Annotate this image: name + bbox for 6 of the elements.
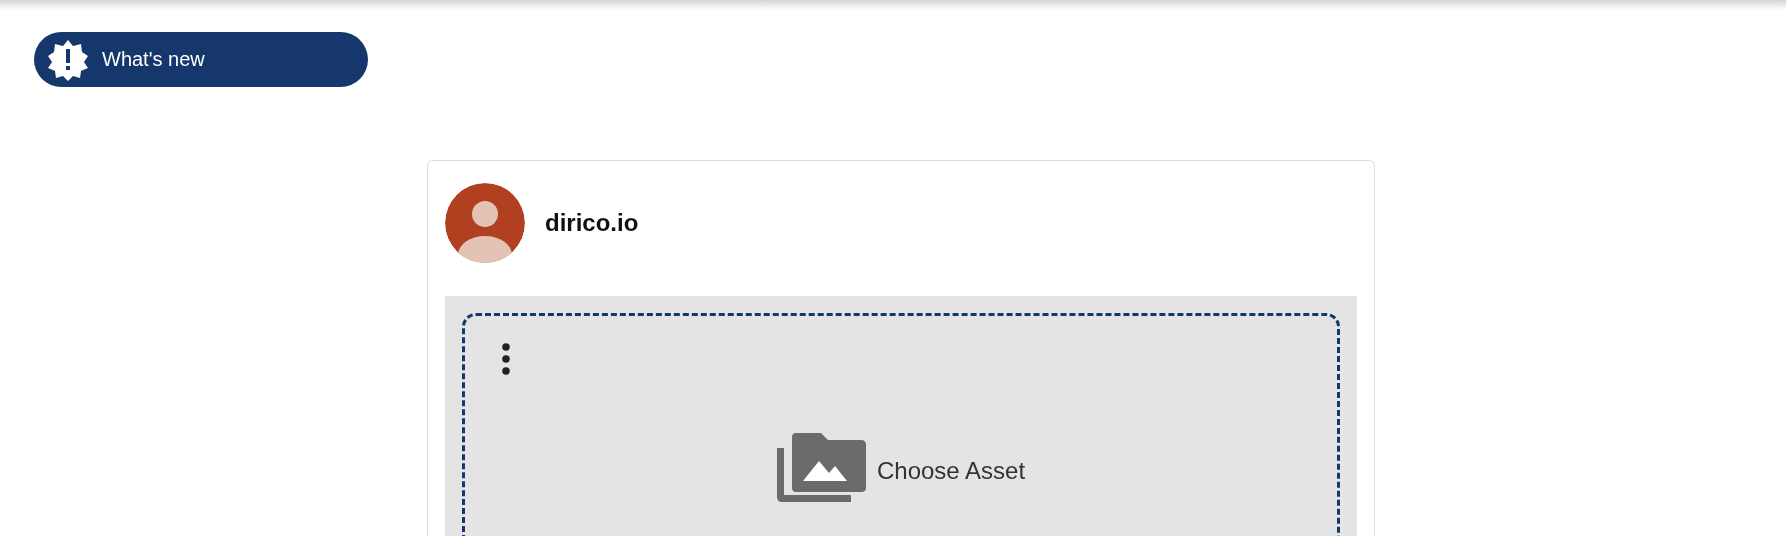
more-options-icon[interactable] bbox=[501, 343, 511, 375]
choose-asset-label[interactable]: Choose Asset bbox=[876, 457, 1026, 485]
whats-new-button[interactable]: What's new bbox=[34, 32, 368, 87]
avatar-icon bbox=[445, 183, 525, 263]
asset-dropzone[interactable]: Choose Asset bbox=[462, 313, 1340, 536]
author-name: dirico.io bbox=[545, 209, 639, 237]
